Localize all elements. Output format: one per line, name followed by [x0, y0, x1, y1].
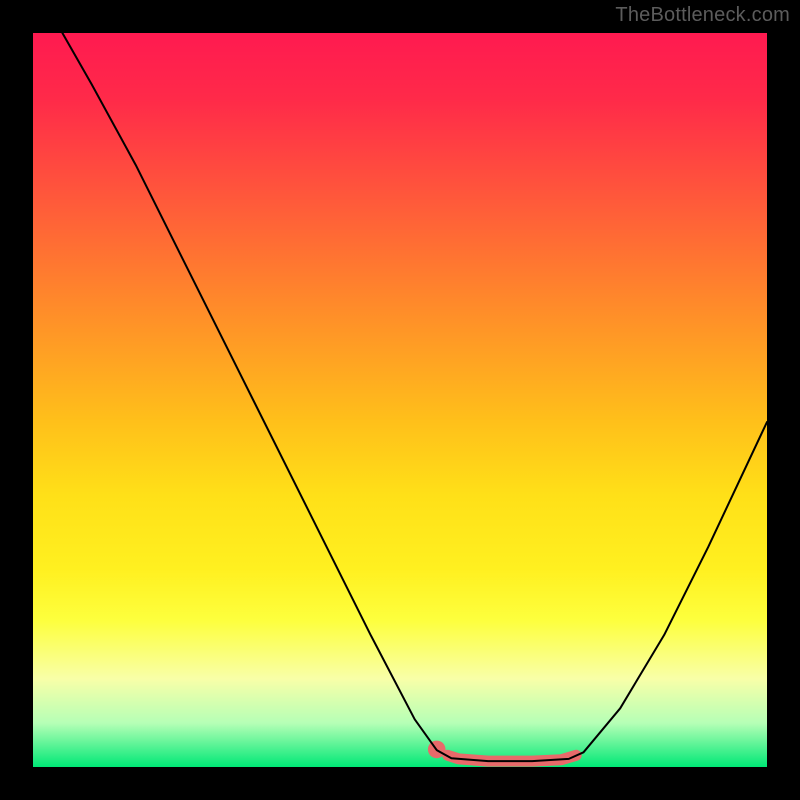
chart-svg — [33, 33, 767, 767]
chart-plot-area — [33, 33, 767, 767]
chart-frame: TheBottleneck.com — [0, 0, 800, 800]
bottleneck-curve — [62, 33, 767, 761]
watermark-label: TheBottleneck.com — [615, 4, 790, 27]
